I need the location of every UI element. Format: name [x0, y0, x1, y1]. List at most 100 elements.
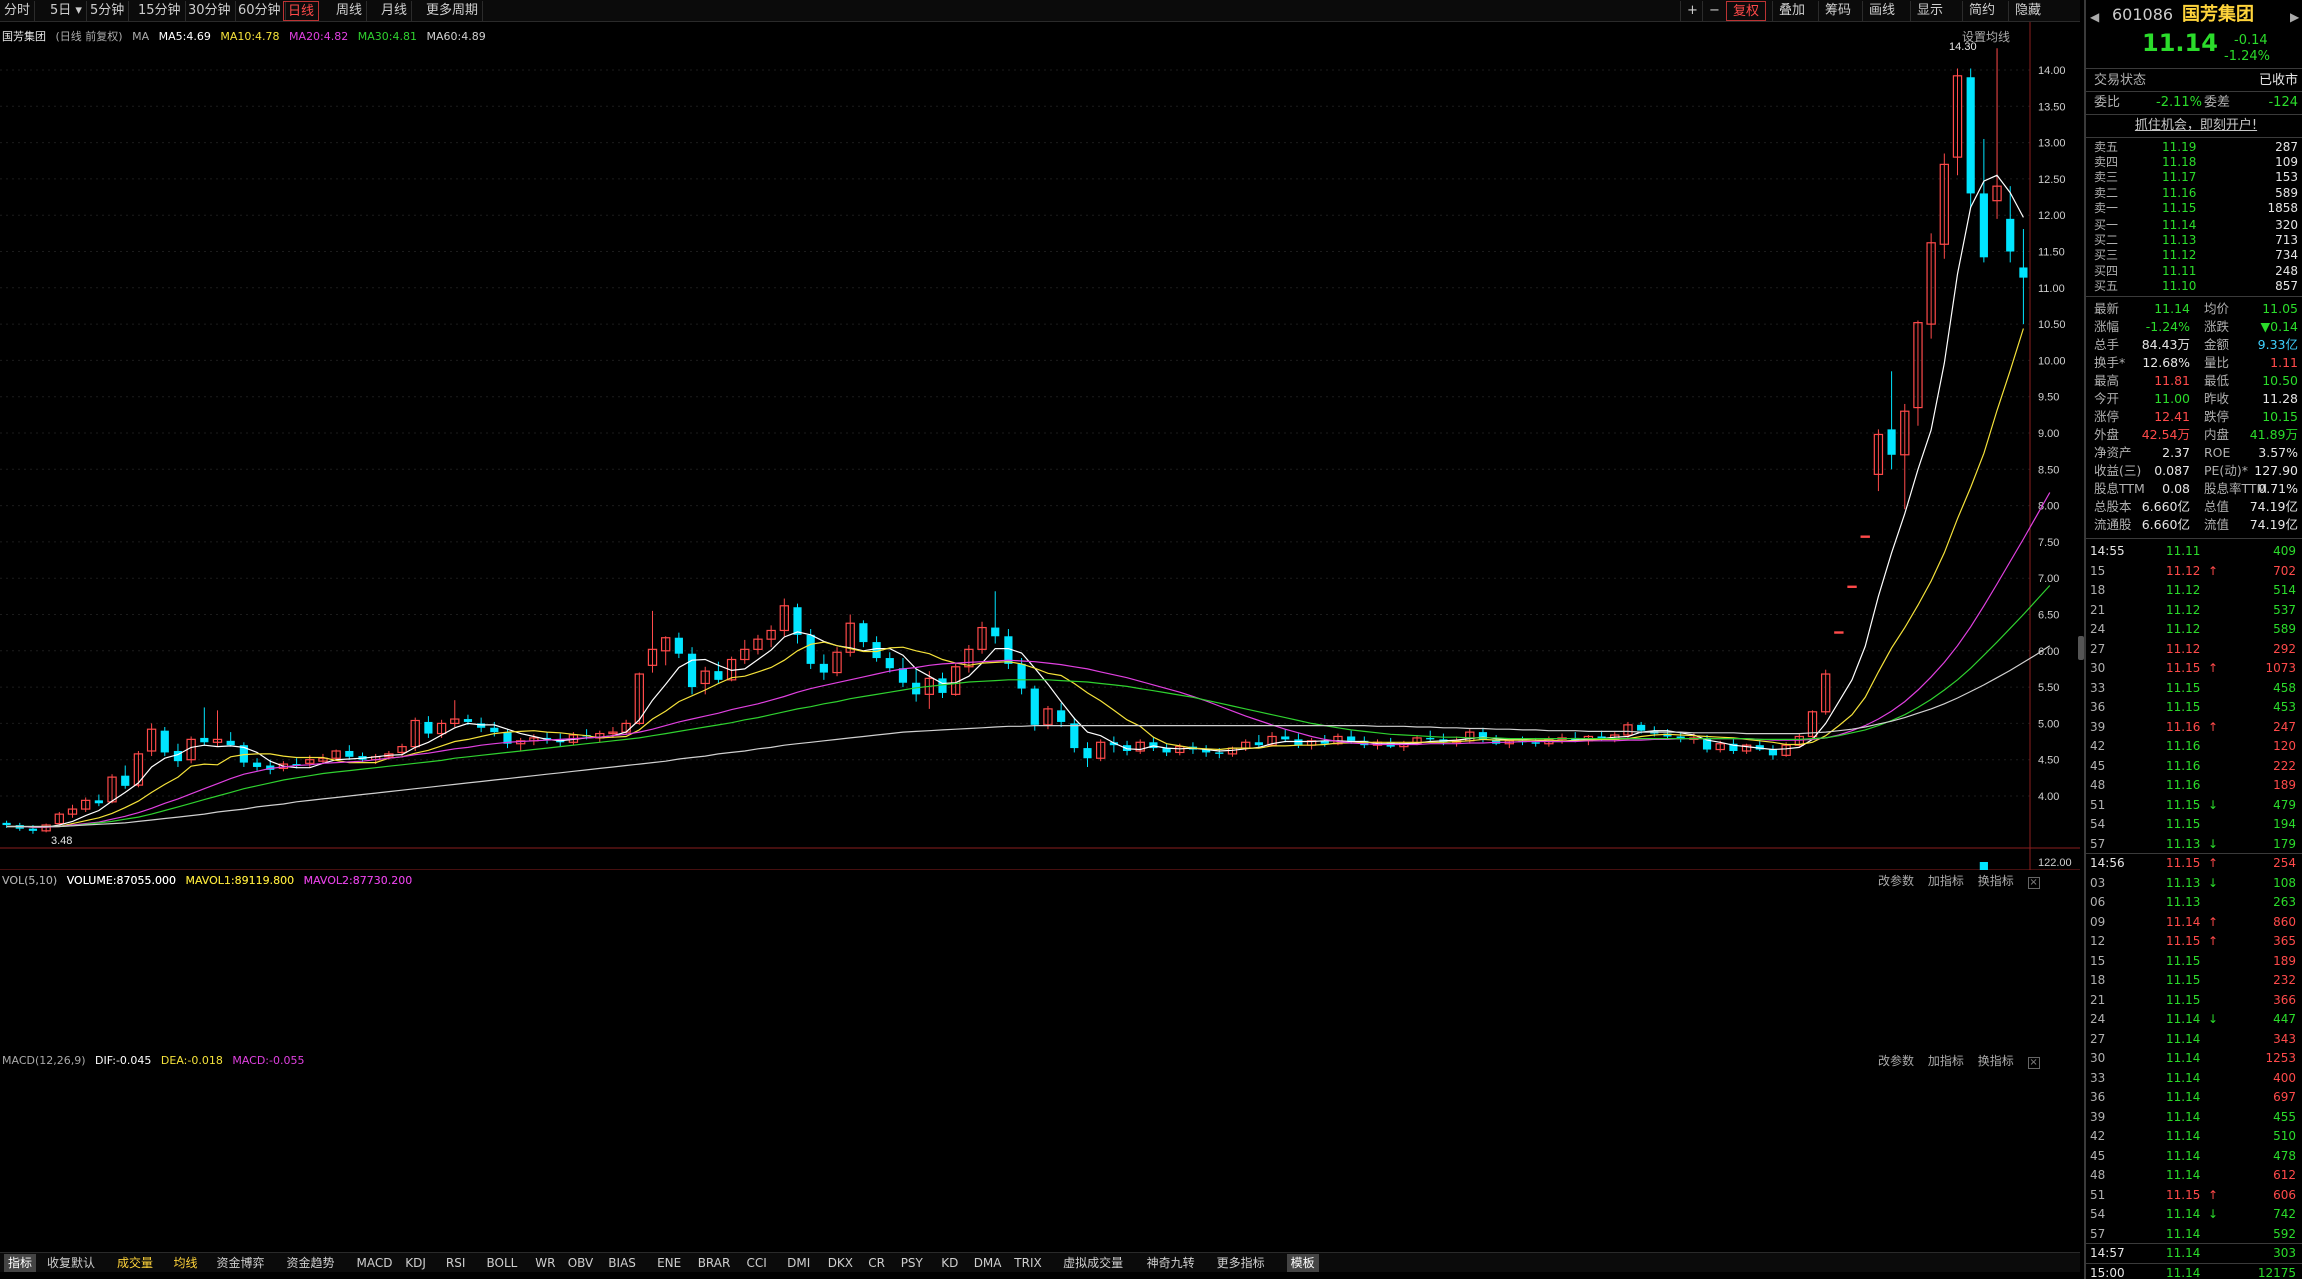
candle-body-down — [1768, 749, 1778, 756]
orderbook-price: 11.11 — [2162, 263, 2197, 278]
indicator-tab-19[interactable]: PSY — [901, 1254, 923, 1272]
vol-add-indicator-button[interactable]: 加指标 — [1928, 874, 1964, 888]
indicator-tab-17[interactable]: DKX — [828, 1254, 853, 1272]
stat-label: 涨幅 — [2094, 319, 2120, 334]
open-account-promo-link[interactable]: 抓住机会，即刻开户! — [2094, 117, 2298, 135]
toolbar-button-2[interactable]: 复权 — [1726, 1, 1767, 21]
indicator-tab-4[interactable]: 资金博弈 — [217, 1254, 265, 1272]
stat-value: 42.54万 — [2141, 427, 2190, 442]
indicator-tab-10[interactable]: WR — [535, 1254, 555, 1272]
indicator-tab-14[interactable]: BRAR — [698, 1254, 731, 1272]
stat-value: 10.50 — [2262, 373, 2298, 388]
tick-row: 18 11.15 232 — [2090, 971, 2300, 991]
tick-price: 11.14 — [2166, 1031, 2201, 1046]
indicator-tab-15[interactable]: CCI — [747, 1254, 767, 1272]
tick-row: 30 11.15 ↑ 1073 — [2090, 659, 2300, 679]
stat-value: 0.087 — [2154, 463, 2190, 478]
toolbar-button-5[interactable]: 画线 — [1862, 1, 1901, 21]
toolbar-button-8[interactable]: 隐藏 — [2008, 1, 2047, 21]
tick-price: 11.11 — [2166, 544, 2201, 558]
indicator-tab-5[interactable]: 资金趋势 — [287, 1254, 335, 1272]
indicator-tab-23[interactable]: 虚拟成交量 — [1063, 1254, 1123, 1272]
orderbook-row[interactable]: 买三 11.12 734 — [2094, 248, 2298, 263]
indicator-tab-24[interactable]: 神奇九转 — [1147, 1254, 1195, 1272]
indicator-tab-16[interactable]: DMI — [787, 1254, 810, 1272]
tick-row: 14:55 11.11 409 — [2090, 542, 2300, 562]
stat-value: 11.00 — [2154, 391, 2190, 406]
indicator-tab-25[interactable]: 更多指标 — [1217, 1254, 1265, 1272]
vol-edit-params-button[interactable]: 改参数 — [1878, 874, 1914, 888]
toolbar-button-4[interactable]: 筹码 — [1818, 1, 1857, 21]
indicator-tab-12[interactable]: BIAS — [608, 1254, 636, 1272]
tick-row: 27 11.12 292 — [2090, 640, 2300, 660]
period-button-5[interactable]: 60分钟 — [234, 1, 286, 21]
orderbook-row[interactable]: 买二 11.13 713 — [2094, 233, 2298, 248]
orderbook-row[interactable]: 买五 11.10 857 — [2094, 279, 2298, 294]
stat-label: 最高 — [2094, 373, 2120, 388]
price-axis-label: 6.50 — [2038, 610, 2059, 622]
indicator-tab-20[interactable]: KD — [941, 1254, 958, 1272]
price-axis-label: 14.00 — [2038, 65, 2066, 77]
toolbar-button-7[interactable]: 简约 — [1962, 1, 2001, 21]
stat-label: 净资产 — [2094, 445, 2132, 460]
kline-chart-area[interactable]: 14.00 13.50 13.00 12.50 12.00 11.50 11.00 10.50… — [0, 22, 2080, 887]
indicator-tab-0[interactable]: 指标 — [4, 1254, 37, 1272]
toolbar-button-0[interactable]: + — [1680, 1, 1704, 21]
legend-ma10: MA10:4.78 — [220, 30, 280, 43]
orderbook-row[interactable]: 买一 11.14 320 — [2094, 218, 2298, 233]
indicator-tab-13[interactable]: ENE — [657, 1254, 681, 1272]
vol-switch-indicator-button[interactable]: 换指标 — [1978, 874, 2014, 888]
period-button-1[interactable]: 5日 ▾ — [46, 1, 87, 21]
period-button-6[interactable]: 日线 — [283, 1, 320, 21]
indicator-tab-11[interactable]: OBV — [568, 1254, 594, 1272]
period-button-8[interactable]: 月线 — [377, 1, 413, 21]
orderbook-row[interactable]: 买四 11.11 248 — [2094, 264, 2298, 279]
period-button-9[interactable]: 更多周期 — [422, 1, 484, 21]
legend-ma30: MA30:4.81 — [357, 30, 417, 43]
indicator-tab-1[interactable]: 收复默认 — [47, 1254, 95, 1272]
tick-row: 12 11.15 ↑ 365 — [2090, 932, 2300, 952]
period-button-2[interactable]: 5分钟 — [86, 1, 130, 21]
stat-label: 总股本 — [2094, 499, 2132, 514]
price-axis-label: 11.50 — [2038, 247, 2065, 259]
prev-stock-icon[interactable]: ◀ — [2090, 8, 2099, 26]
orderbook-row[interactable]: 卖四 11.18 109 — [2094, 155, 2298, 170]
next-stock-icon[interactable]: ▶ — [2290, 8, 2299, 26]
indicator-tab-6[interactable]: MACD — [357, 1254, 393, 1272]
indicator-tab-21[interactable]: DMA — [974, 1254, 1002, 1272]
indicator-tab-7[interactable]: KDJ — [405, 1254, 426, 1272]
kline-svg[interactable]: 14.00 13.50 13.00 12.50 12.00 11.50 11.00 10.50… — [0, 22, 2080, 870]
orderbook-row[interactable]: 卖一 11.15 1858 — [2094, 201, 2298, 216]
orderbook-row[interactable]: 卖二 11.16 589 — [2094, 186, 2298, 201]
indicator-tab-9[interactable]: BOLL — [487, 1254, 518, 1272]
stats-row: 涨停 12.41 跌停 10.15 — [2094, 408, 2298, 426]
macd-switch-indicator-button[interactable]: 换指标 — [1978, 1054, 2014, 1068]
toolbar-button-3[interactable]: 叠加 — [1772, 1, 1811, 21]
indicator-tab-26[interactable]: 模板 — [1286, 1254, 1319, 1272]
tick-time: 14:55 — [2090, 544, 2125, 558]
indicator-tab-18[interactable]: CR — [868, 1254, 885, 1272]
tick-row: 54 11.14 ↓ 742 — [2090, 1205, 2300, 1225]
toolbar-button-1[interactable]: − — [1702, 1, 1726, 21]
period-button-7[interactable]: 周线 — [332, 1, 368, 21]
toolbar-button-6[interactable]: 显示 — [1910, 1, 1949, 21]
indicator-tab-22[interactable]: TRIX — [1014, 1254, 1041, 1272]
macd-add-indicator-button[interactable]: 加指标 — [1928, 1054, 1964, 1068]
macd-edit-params-button[interactable]: 改参数 — [1878, 1054, 1914, 1068]
side-collapse-handle[interactable] — [2078, 636, 2084, 660]
indicator-tab-2[interactable]: 成交量 — [117, 1254, 153, 1272]
legend-ma-label: MA — [132, 30, 150, 43]
indicator-tab-8[interactable]: RSI — [446, 1254, 466, 1272]
orderbook-label: 买三 — [2094, 248, 2119, 263]
orderbook-row[interactable]: 卖三 11.17 153 — [2094, 170, 2298, 185]
tick-time: 15 — [2090, 563, 2106, 578]
stat-label: 最新 — [2094, 301, 2120, 316]
period-button-4[interactable]: 30分钟 — [184, 1, 236, 21]
vol-close-icon[interactable]: × — [2027, 877, 2040, 889]
indicator-tab-3[interactable]: 均线 — [174, 1254, 198, 1272]
ma-settings-link[interactable]: 设置均线 — [1962, 28, 2010, 45]
macd-close-icon[interactable]: × — [2027, 1057, 2040, 1069]
period-button-3[interactable]: 15分钟 — [134, 1, 186, 21]
period-button-0[interactable]: 分时 — [0, 1, 36, 21]
orderbook-row[interactable]: 卖五 11.19 287 — [2094, 140, 2298, 155]
